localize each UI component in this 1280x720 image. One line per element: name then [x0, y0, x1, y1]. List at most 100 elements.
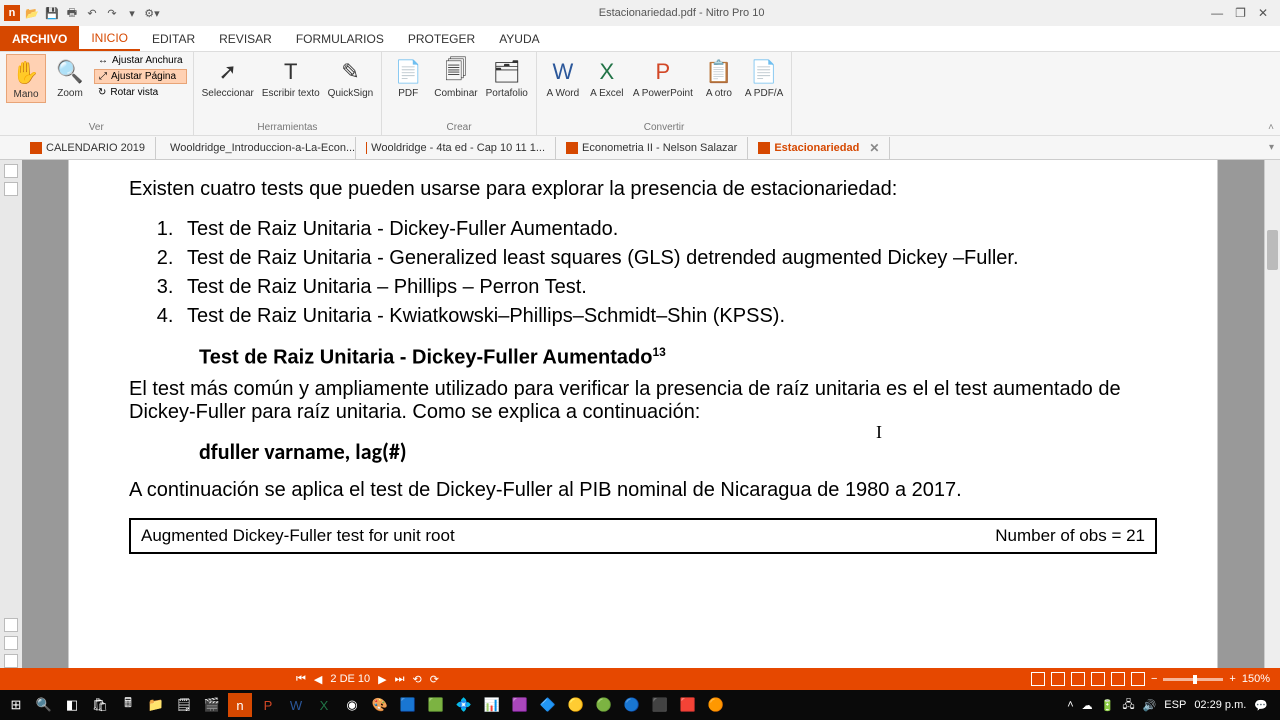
- redo-icon[interactable]: ↷: [104, 5, 120, 21]
- app-icon[interactable]: 📊: [480, 693, 504, 717]
- app-icon[interactable]: 💠: [452, 693, 476, 717]
- notifications-icon[interactable]: 💬: [1254, 699, 1268, 712]
- tools-dropdown-icon[interactable]: ▾: [124, 5, 140, 21]
- menu-revisar[interactable]: REVISAR: [207, 26, 284, 51]
- zoom-tool-button[interactable]: 🔍Zoom: [50, 54, 90, 101]
- nitro-icon[interactable]: n: [228, 693, 252, 717]
- view-continuous-icon[interactable]: [1051, 672, 1065, 686]
- view-fullscreen-icon[interactable]: [1111, 672, 1125, 686]
- prev-page-button[interactable]: ◀: [314, 673, 322, 686]
- app-icon[interactable]: 🟠: [704, 693, 728, 717]
- app-icon[interactable]: 🟩: [424, 693, 448, 717]
- video-icon[interactable]: 🎬: [200, 693, 224, 717]
- app-icon[interactable]: 🟪: [508, 693, 532, 717]
- doc-tab[interactable]: CALENDARIO 2019: [20, 137, 156, 159]
- to-word-button[interactable]: WA Word: [543, 54, 583, 101]
- menu-proteger[interactable]: PROTEGER: [396, 26, 487, 51]
- tab-close-icon[interactable]: ✕: [869, 141, 879, 155]
- view-cont-facing-icon[interactable]: [1091, 672, 1105, 686]
- clock[interactable]: 02:29 p.m.: [1194, 699, 1246, 711]
- battery-icon[interactable]: 🔋: [1101, 699, 1115, 712]
- store-icon[interactable]: 🛍: [88, 693, 112, 717]
- language-indicator[interactable]: ESP: [1164, 699, 1186, 711]
- app-icon[interactable]: 🟥: [676, 693, 700, 717]
- to-pdfa-button[interactable]: 📄A PDF/A: [743, 54, 785, 101]
- doc-tab[interactable]: Econometria II - Nelson Salazar: [556, 137, 748, 159]
- app-icon[interactable]: 🟡: [564, 693, 588, 717]
- vertical-scrollbar[interactable]: [1264, 160, 1280, 668]
- doc-tab-active[interactable]: Estacionariedad✕: [748, 137, 890, 159]
- fit-page-button[interactable]: ⤢Ajustar Página: [94, 69, 187, 84]
- bookmarks-panel-icon[interactable]: [4, 182, 18, 196]
- combine-button[interactable]: 🗐Combinar: [432, 54, 479, 101]
- chrome-icon[interactable]: ◉: [340, 693, 364, 717]
- menu-ayuda[interactable]: AYUDA: [487, 26, 551, 51]
- attach-panel-icon[interactable]: [4, 636, 18, 650]
- pdf-page[interactable]: Existen cuatro tests que pueden usarse p…: [68, 160, 1218, 668]
- word-icon[interactable]: W: [284, 693, 308, 717]
- doc-tab[interactable]: Wooldridge - 4ta ed - Cap 10 11 1...: [356, 137, 556, 159]
- hand-tool-button[interactable]: ✋Mano: [6, 54, 46, 103]
- task-view-icon[interactable]: ◧: [60, 693, 84, 717]
- tray-up-icon[interactable]: ˄: [1067, 699, 1073, 711]
- zoom-slider[interactable]: [1163, 678, 1223, 681]
- calculator-icon[interactable]: 🖩: [116, 693, 140, 717]
- comment-panel-icon[interactable]: [4, 618, 18, 632]
- view-thumbnails-icon[interactable]: [1131, 672, 1145, 686]
- view-facing-icon[interactable]: [1071, 672, 1085, 686]
- menu-editar[interactable]: EDITAR: [140, 26, 207, 51]
- scroll-thumb[interactable]: [1267, 230, 1278, 270]
- start-button[interactable]: ⊞: [4, 693, 28, 717]
- ribbon-collapse-icon[interactable]: ˄: [1262, 52, 1280, 135]
- to-excel-button[interactable]: XA Excel: [587, 54, 627, 101]
- app-icon[interactable]: 🔵: [620, 693, 644, 717]
- menu-inicio[interactable]: INICIO: [79, 26, 140, 51]
- page-indicator[interactable]: 2 DE 10: [330, 673, 370, 685]
- zoom-in-button[interactable]: +: [1229, 673, 1235, 685]
- powerpoint-icon[interactable]: P: [256, 693, 280, 717]
- to-powerpoint-button[interactable]: PA PowerPoint: [631, 54, 695, 101]
- undo-icon[interactable]: ↶: [84, 5, 100, 21]
- select-button[interactable]: ➚Seleccionar: [200, 54, 256, 101]
- app-icon[interactable]: ⬛: [648, 693, 672, 717]
- back-button[interactable]: ⟲: [413, 673, 422, 686]
- fit-width-button[interactable]: ↔Ajustar Anchura: [94, 54, 187, 67]
- volume-icon[interactable]: 🔊: [1143, 699, 1157, 712]
- rotate-view-button[interactable]: ↻Rotar vista: [94, 86, 187, 99]
- signature-panel-icon[interactable]: [4, 654, 18, 668]
- app-icon[interactable]: 🔷: [536, 693, 560, 717]
- next-page-button[interactable]: ▶: [378, 673, 386, 686]
- quicksign-button[interactable]: ✎QuickSign: [326, 54, 376, 101]
- menu-formularios[interactable]: FORMULARIOS: [284, 26, 396, 51]
- explorer-icon[interactable]: 📁: [144, 693, 168, 717]
- menu-archivo[interactable]: ARCHIVO: [0, 26, 79, 51]
- gear-icon[interactable]: ⚙▾: [144, 5, 160, 21]
- view-single-icon[interactable]: [1031, 672, 1045, 686]
- print-icon[interactable]: 🖶: [64, 5, 80, 21]
- to-other-button[interactable]: 📋A otro: [699, 54, 739, 101]
- tabs-overflow-icon[interactable]: ▾: [1263, 142, 1280, 153]
- minimize-button[interactable]: —: [1211, 6, 1223, 20]
- type-text-button[interactable]: TEscribir texto: [260, 54, 322, 101]
- forward-button[interactable]: ⟳: [430, 673, 439, 686]
- network-icon[interactable]: 🖧: [1122, 696, 1134, 715]
- onedrive-icon[interactable]: ☁: [1082, 699, 1093, 712]
- app-icon[interactable]: 🟦: [396, 693, 420, 717]
- paint-icon[interactable]: 🎨: [368, 693, 392, 717]
- notes-icon[interactable]: 🗒: [172, 693, 196, 717]
- search-icon[interactable]: 🔍: [32, 693, 56, 717]
- portfolio-button[interactable]: 🗂Portafolio: [484, 54, 530, 101]
- pages-panel-icon[interactable]: [4, 164, 18, 178]
- pdf-button[interactable]: 📄PDF: [388, 54, 428, 101]
- last-page-button[interactable]: ⏭: [395, 673, 405, 686]
- doc-tab[interactable]: Wooldridge_Introduccion-a-La-Econ...: [156, 137, 356, 159]
- excel-icon[interactable]: X: [312, 693, 336, 717]
- open-icon[interactable]: 📂: [24, 5, 40, 21]
- zoom-level[interactable]: 150%: [1242, 673, 1270, 685]
- restore-button[interactable]: ❐: [1235, 6, 1246, 20]
- close-button[interactable]: ✕: [1258, 6, 1268, 20]
- zoom-out-button[interactable]: −: [1151, 673, 1157, 685]
- save-icon[interactable]: 💾: [44, 5, 60, 21]
- first-page-button[interactable]: ⏮: [296, 673, 306, 686]
- app-icon[interactable]: 🟢: [592, 693, 616, 717]
